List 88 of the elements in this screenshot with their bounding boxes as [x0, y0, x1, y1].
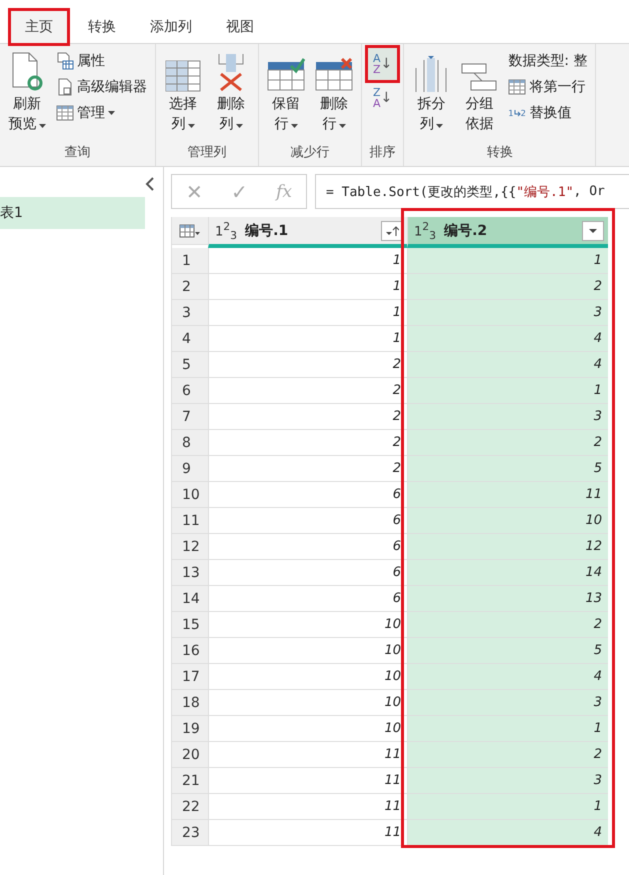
row-number: 10 [172, 482, 208, 508]
ribbon-button[interactable]: 拆分 列 [410, 48, 452, 143]
row-number: 16 [172, 638, 208, 664]
table-cell: 12 [407, 534, 608, 560]
table-cell: 2 [407, 742, 608, 768]
ribbon-button[interactable]: 保留 行 [265, 48, 307, 143]
group-label: 管理列 [186, 144, 228, 162]
table-cell: 3 [407, 300, 608, 326]
column-header: 编号.2 [444, 222, 488, 240]
ribbon-button[interactable]: 删除 列 [210, 48, 252, 143]
ribbon-tab[interactable]: 视图 [212, 10, 268, 43]
ribbon-button[interactable]: 将第一行 [506, 76, 590, 98]
row-number: 21 [172, 768, 208, 794]
row-number: 2 [172, 274, 208, 300]
table-cell: 4 [407, 326, 608, 352]
row-number: 12 [172, 534, 208, 560]
group-by-icon [461, 62, 498, 92]
ribbon-button[interactable]: 分组 依据 [458, 48, 500, 143]
table-cell: 3 [407, 404, 608, 430]
formula-field[interactable]: = Table.Sort(更改的类型,{{"编号.1", Or [315, 174, 629, 209]
ribbon-button[interactable]: 管理 [54, 102, 149, 124]
row-number: 11 [172, 508, 208, 534]
table-cell: 1 [407, 794, 608, 820]
column-header: 编号.1 [245, 222, 290, 240]
ribbon-button[interactable]: 高级编辑器 [54, 76, 149, 98]
properties-icon [56, 52, 74, 70]
row-number: 3 [172, 300, 208, 326]
table-menu-icon[interactable] [179, 224, 201, 238]
row-number: 15 [172, 612, 208, 638]
ribbon-button[interactable]: 属性 [54, 50, 149, 72]
group-label: 减少行 [290, 144, 330, 162]
table-cell: 2 [407, 430, 608, 456]
row-number: 18 [172, 690, 208, 716]
table-cell: 4 [407, 352, 608, 378]
table-cell: 14 [407, 560, 608, 586]
row-number: 14 [172, 586, 208, 612]
table-cell: 1 [407, 248, 608, 274]
filter-button[interactable] [381, 220, 403, 240]
row-number: 20 [172, 742, 208, 768]
table-cell: 4 [407, 664, 608, 690]
document-icon [56, 78, 74, 96]
query-item[interactable]: 表1 [0, 197, 145, 229]
split-column-icon [414, 54, 448, 92]
row-number: 17 [172, 664, 208, 690]
table-icon [56, 105, 74, 121]
ribbon-tab[interactable]: 主页 [10, 10, 68, 43]
collapse-chevron-icon[interactable] [145, 177, 155, 191]
arrow-icon [514, 110, 521, 116]
row-number: 22 [172, 794, 208, 820]
table-cell: 5 [407, 638, 608, 664]
table-cell: 11 [208, 820, 407, 846]
ribbon-button[interactable]: 数据类型: 整 [506, 50, 590, 72]
group-label: 排序 [368, 144, 397, 162]
table-cell: 11 [407, 482, 608, 508]
ribbon-tab[interactable]: 添加列 [136, 10, 206, 43]
row-number: 6 [172, 378, 208, 404]
table-cell: 5 [407, 456, 608, 482]
row-number: 5 [172, 352, 208, 378]
row-number: 8 [172, 430, 208, 456]
table-cell: 3 [407, 768, 608, 794]
row-number: 23 [172, 820, 208, 846]
filter-button[interactable] [582, 220, 604, 240]
ribbon-button[interactable]: 删除 行 [313, 48, 355, 143]
row-number: 1 [172, 248, 208, 274]
row-number: 19 [172, 716, 208, 742]
table-cell: 4 [407, 820, 608, 846]
table-cell: 10 [407, 508, 608, 534]
group-label: 查询 [64, 144, 92, 162]
row-number: 4 [172, 326, 208, 352]
sort-filter-icon [385, 224, 399, 236]
document-refresh-icon [11, 52, 43, 92]
table-cell: 2 [407, 274, 608, 300]
table-cell: 13 [407, 586, 608, 612]
row-number: 9 [172, 456, 208, 482]
table-check-icon [267, 58, 305, 92]
table-cell: 2 [407, 612, 608, 638]
table-cell: 1 [407, 378, 608, 404]
group-label: 转换 [486, 144, 514, 162]
table-icon [508, 79, 526, 95]
table-columns-icon [165, 60, 201, 92]
ribbon-button[interactable]: 刷新 预览 [6, 48, 48, 143]
row-number: 7 [172, 404, 208, 430]
table-cell: 1 [407, 716, 608, 742]
table-cell: 3 [407, 690, 608, 716]
table-delete-icon [315, 58, 353, 92]
ribbon-button[interactable]: 选择 列 [162, 48, 204, 143]
row-number: 13 [172, 560, 208, 586]
ribbon-tab[interactable]: 转换 [74, 10, 130, 43]
